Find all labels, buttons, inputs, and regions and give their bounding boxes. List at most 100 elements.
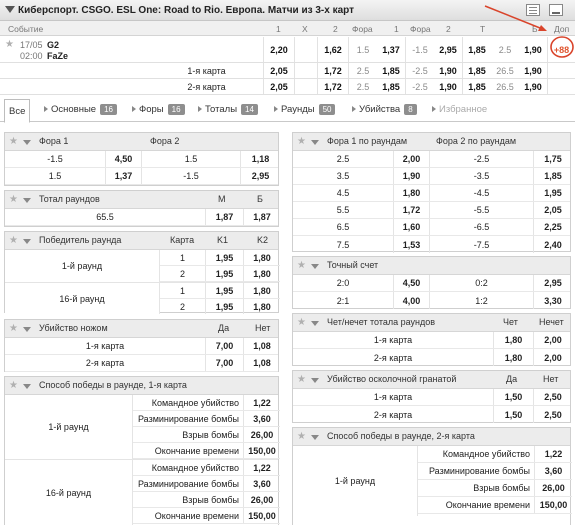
odd[interactable]: 2,25 [534, 219, 572, 235]
star-icon[interactable]: ★ [297, 431, 306, 442]
tab-totals[interactable]: Тоталы 14 [194, 100, 262, 118]
odd[interactable]: 2,05 [534, 202, 572, 218]
odd[interactable]: 2,50 [534, 406, 572, 423]
triangle-down-icon[interactable] [23, 327, 31, 332]
odd[interactable]: 1,53 [394, 236, 429, 253]
odd[interactable]: 1,72 [394, 202, 429, 218]
tab-all[interactable]: Все [4, 99, 31, 123]
triangle-down-icon[interactable] [311, 378, 319, 383]
odd[interactable]: 3,60 [535, 463, 572, 479]
odd[interactable]: 2,50 [534, 389, 572, 405]
star-icon[interactable]: ★ [9, 380, 18, 391]
odd[interactable]: 1,80 [394, 185, 429, 201]
extra-markets-count[interactable]: +88 [548, 37, 575, 62]
fora-1-odd[interactable]: 1,85 [377, 63, 405, 78]
star-icon[interactable]: ★ [9, 323, 18, 334]
star-icon[interactable]: ★ [297, 317, 306, 328]
star-icon[interactable]: ★ [5, 39, 14, 50]
odd[interactable]: 3,60 [244, 476, 280, 491]
odd[interactable]: 2,00 [394, 151, 429, 167]
odd-1[interactable]: 2,05 [264, 63, 294, 78]
triangle-down-icon[interactable] [23, 384, 31, 389]
odd-1[interactable]: 2,20 [264, 37, 294, 62]
odd-1[interactable]: 2,05 [264, 79, 294, 94]
odd[interactable]: 1,90 [394, 168, 429, 184]
odd-2[interactable]: 1,72 [318, 63, 348, 78]
odd-2[interactable]: 1,72 [318, 79, 348, 94]
tab-favorites[interactable]: Избранное [428, 100, 491, 118]
collapse-triangle-icon[interactable] [5, 6, 15, 13]
star-icon[interactable]: ★ [9, 136, 18, 147]
odd[interactable]: 1,80 [244, 299, 280, 314]
fora-2-odd[interactable]: 2,95 [434, 37, 462, 62]
odd[interactable]: 2,00 [534, 332, 572, 348]
odd[interactable]: 1,95 [206, 283, 243, 298]
total-m-odd[interactable]: 1,85 [463, 63, 491, 78]
odd[interactable]: 1,08 [244, 355, 280, 371]
star-icon[interactable]: ★ [297, 260, 306, 271]
fora-2-odd[interactable]: 1,90 [434, 63, 462, 78]
odd[interactable]: 2,40 [534, 236, 572, 253]
triangle-down-icon[interactable] [23, 198, 31, 203]
tab-main[interactable]: Основные 16 [40, 100, 121, 118]
star-icon[interactable]: ★ [9, 194, 18, 205]
triangle-down-icon[interactable] [311, 321, 319, 326]
total-b-odd[interactable]: 1,90 [519, 79, 547, 94]
odd[interactable]: 7,00 [206, 355, 243, 371]
fora-1-odd[interactable]: 1,85 [377, 79, 405, 94]
team-2[interactable]: FaZe [47, 51, 68, 61]
odd[interactable]: 1,75 [534, 151, 572, 167]
odd[interactable]: 1,80 [244, 266, 280, 281]
odd[interactable]: 4,50 [394, 275, 429, 291]
odd[interactable]: 1,87 [244, 209, 280, 225]
triangle-down-icon[interactable] [311, 435, 319, 440]
odd[interactable]: 150,00 [535, 497, 572, 513]
odd[interactable]: 1,95 [206, 299, 243, 314]
odd[interactable]: 4,00 [394, 292, 429, 309]
odd[interactable]: 1,85 [534, 168, 572, 184]
odd[interactable]: 1,18 [241, 151, 280, 167]
tab-kills[interactable]: Убийства 8 [348, 100, 421, 118]
total-b-odd[interactable]: 1,90 [519, 63, 547, 78]
fora-1-odd[interactable]: 1,37 [377, 37, 405, 62]
odd[interactable]: 1,22 [535, 446, 572, 462]
fora-2-odd[interactable]: 1,90 [434, 79, 462, 94]
odd[interactable]: 150,00 [244, 443, 280, 458]
odd-2[interactable]: 1,62 [318, 37, 348, 62]
odd[interactable]: 4,50 [106, 151, 141, 167]
odd[interactable]: 2,95 [241, 168, 280, 184]
team-1[interactable]: G2 [47, 40, 59, 50]
odd[interactable]: 1,08 [244, 338, 280, 354]
odd[interactable]: 1,80 [244, 250, 280, 265]
odd[interactable]: 26,00 [244, 492, 280, 507]
odd[interactable]: 1,50 [494, 389, 533, 405]
odd[interactable]: 2,95 [534, 275, 572, 291]
total-m-odd[interactable]: 1,85 [463, 79, 491, 94]
odd[interactable]: 1,95 [206, 250, 243, 265]
odd[interactable]: 1,50 [494, 406, 533, 423]
odd[interactable]: 1,37 [106, 168, 141, 184]
list-icon[interactable] [526, 4, 540, 16]
odd[interactable]: 1,95 [206, 266, 243, 281]
triangle-down-icon[interactable] [311, 264, 319, 269]
odd[interactable]: 3,30 [534, 292, 572, 309]
total-b-odd[interactable]: 1,90 [519, 37, 547, 62]
star-icon[interactable]: ★ [297, 136, 306, 147]
triangle-down-icon[interactable] [23, 140, 31, 145]
odd[interactable]: 26,00 [244, 427, 280, 442]
triangle-down-icon[interactable] [311, 140, 319, 145]
odd[interactable]: 1,80 [244, 283, 280, 298]
odd[interactable]: 26,00 [535, 480, 572, 496]
tab-handicaps[interactable]: Форы 16 [128, 100, 189, 118]
star-icon[interactable]: ★ [297, 374, 306, 385]
odd[interactable]: 2,00 [534, 349, 572, 366]
odd[interactable]: 3,60 [244, 411, 280, 426]
odd[interactable]: 1,80 [494, 332, 533, 348]
odd[interactable]: 1,95 [534, 185, 572, 201]
odd[interactable]: 1,80 [494, 349, 533, 366]
odd[interactable]: 1,22 [244, 460, 280, 475]
odd[interactable]: 150,00 [244, 508, 280, 523]
triangle-down-icon[interactable] [23, 239, 31, 244]
odd[interactable]: 1,22 [244, 395, 280, 410]
star-icon[interactable]: ★ [9, 235, 18, 246]
